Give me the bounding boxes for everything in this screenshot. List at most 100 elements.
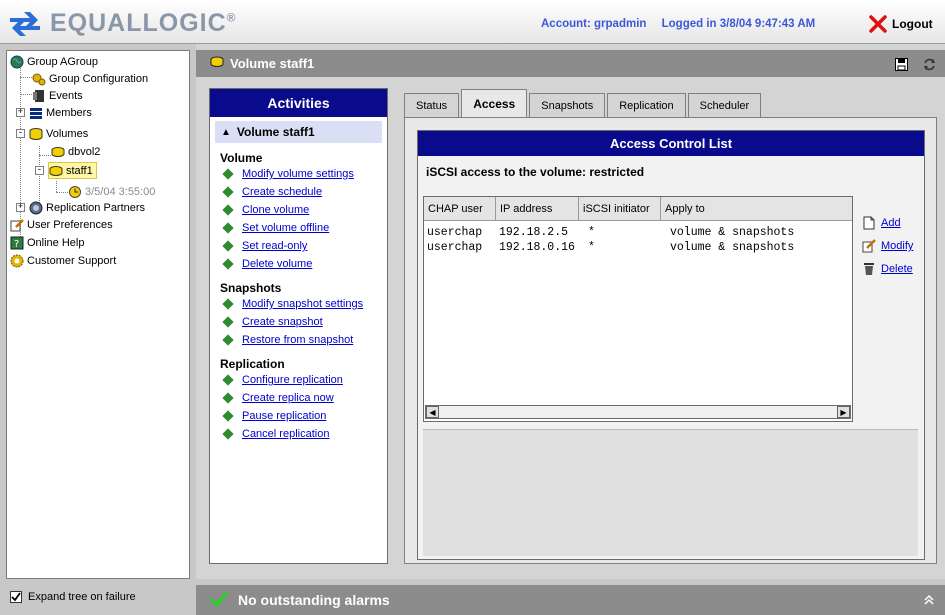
tree-item-online-help[interactable]: ? Online Help [10, 234, 84, 251]
table-row[interactable]: userchap 192.18.0.16 * volume & snapshot… [424, 241, 852, 255]
brand-name: EQUALLOGIC® [50, 8, 237, 37]
delete-link[interactable]: Delete [881, 263, 913, 275]
link-modify-snapshot-settings[interactable]: Modify snapshot settings [242, 298, 363, 310]
expand-tree-checkbox[interactable] [10, 591, 22, 603]
cell-chap-user: userchap [427, 226, 483, 239]
tree-item-members[interactable]: Members [29, 104, 92, 121]
tree-item-snapshot[interactable]: 3/5/04 3:55:00 [68, 183, 155, 200]
tab-scheduler[interactable]: Scheduler [687, 93, 762, 117]
link-pause-replication[interactable]: Pause replication [242, 410, 326, 422]
column-header-ip-address[interactable]: IP address [496, 197, 579, 221]
tree-item-label: Online Help [27, 236, 85, 249]
column-header-iscsi-initiator[interactable]: iSCSI initiator [579, 197, 661, 221]
help-book-icon: ? [10, 236, 24, 250]
acl-actions: Add Modify Delete [862, 216, 913, 285]
tree-line [56, 192, 68, 193]
activity-link-item[interactable]: Create snapshot [222, 313, 387, 331]
collapse-toggle[interactable]: - [35, 166, 44, 175]
tree-item-label: Events [49, 89, 83, 102]
tab-bar: Status Access Snapshots Replication Sche… [404, 89, 763, 117]
section-heading-replication: Replication [220, 357, 285, 371]
activity-link-item[interactable]: Configure replication [222, 371, 387, 389]
activity-link-item[interactable]: Delete volume [222, 255, 387, 273]
acl-table[interactable]: CHAP user IP address iSCSI initiator App… [423, 196, 853, 422]
scroll-left-arrow-icon[interactable]: ◀ [426, 406, 439, 418]
tab-snapshots[interactable]: Snapshots [529, 93, 606, 117]
link-modify-volume-settings[interactable]: Modify volume settings [242, 168, 354, 180]
collapse-triangle-icon[interactable]: ▲ [221, 127, 231, 138]
tree-item-customer-support[interactable]: Customer Support [10, 252, 116, 269]
activity-link-item[interactable]: Modify snapshot settings [222, 295, 387, 313]
link-restore-from-snapshot[interactable]: Restore from snapshot [242, 334, 353, 346]
tree-item-label: dbvol2 [68, 145, 101, 158]
expand-alarms-icon[interactable] [921, 592, 937, 608]
activity-link-item[interactable]: Pause replication [222, 407, 387, 425]
link-create-replica-now[interactable]: Create replica now [242, 392, 334, 404]
tree-item-label: Members [46, 106, 92, 119]
globe-icon [10, 55, 24, 69]
logout-button[interactable]: Logout [869, 15, 933, 33]
tree-item-events[interactable]: Events [32, 87, 83, 104]
activity-link-item[interactable]: Set read-only [222, 237, 387, 255]
link-configure-replication[interactable]: Configure replication [242, 374, 343, 386]
add-button[interactable]: Add [862, 216, 913, 230]
activity-link-item[interactable]: Modify volume settings [222, 165, 387, 183]
link-create-schedule[interactable]: Create schedule [242, 186, 322, 198]
tree-item-volumes[interactable]: Volumes [29, 125, 88, 142]
navigation-tree[interactable]: Group AGroup Group Configuration Events … [6, 50, 190, 579]
activity-link-item[interactable]: Create replica now [222, 389, 387, 407]
table-row[interactable]: userchap 192.18.2.5 * volume & snapshots [424, 226, 852, 240]
refresh-icon[interactable] [921, 56, 937, 72]
tree-item-volume-staff1-selected[interactable]: staff1 [48, 162, 97, 179]
tree-item-group[interactable]: Group AGroup [10, 53, 98, 70]
trash-icon [862, 262, 876, 276]
activity-link-item[interactable]: Create schedule [222, 183, 387, 201]
expand-toggle[interactable]: + [16, 203, 25, 212]
table-header: CHAP user IP address iSCSI initiator App… [424, 197, 852, 221]
link-set-read-only[interactable]: Set read-only [242, 240, 307, 252]
tree-item-user-preferences[interactable]: User Preferences [10, 216, 113, 233]
tree-item-replication-partners[interactable]: Replication Partners [29, 199, 145, 216]
column-header-chap-user[interactable]: CHAP user [424, 197, 496, 221]
expand-tree-label: Expand tree on failure [28, 591, 136, 603]
bullet-diamond-icon [222, 410, 234, 422]
activity-link-item[interactable]: Set volume offline [222, 219, 387, 237]
cell-apply-to: volume & snapshots [670, 241, 795, 254]
tab-status[interactable]: Status [404, 93, 460, 117]
tab-access[interactable]: Access [461, 89, 528, 117]
link-cancel-replication[interactable]: Cancel replication [242, 428, 329, 440]
bullet-diamond-icon [222, 168, 234, 180]
scroll-right-arrow-icon[interactable]: ▶ [837, 406, 850, 418]
tree-line [39, 155, 51, 156]
activity-link-item[interactable]: Clone volume [222, 201, 387, 219]
link-clone-volume[interactable]: Clone volume [242, 204, 309, 216]
expand-tree-option[interactable]: Expand tree on failure [6, 584, 190, 610]
bullet-diamond-icon [222, 392, 234, 404]
tree-item-label: Group AGroup [27, 55, 98, 68]
save-icon[interactable] [893, 56, 909, 72]
tree-item-volume-dbvol2[interactable]: dbvol2 [51, 143, 100, 160]
modify-button[interactable]: Modify [862, 239, 913, 253]
modify-link[interactable]: Modify [881, 240, 913, 252]
link-delete-volume[interactable]: Delete volume [242, 258, 312, 270]
tab-replication[interactable]: Replication [607, 93, 686, 117]
add-link[interactable]: Add [881, 217, 901, 229]
column-header-apply-to[interactable]: Apply to [661, 197, 852, 221]
activity-link-item[interactable]: Cancel replication [222, 425, 387, 443]
expand-toggle[interactable]: + [16, 108, 25, 117]
cell-ip-address: 192.18.0.16 [499, 241, 575, 254]
gears-icon [32, 72, 46, 86]
bullet-diamond-icon [222, 186, 234, 198]
collapse-toggle[interactable]: - [16, 129, 25, 138]
volume-icon [51, 145, 65, 159]
horizontal-scrollbar[interactable]: ◀ ▶ [425, 405, 851, 419]
link-create-snapshot[interactable]: Create snapshot [242, 316, 323, 328]
page-header: Volume staff1 [196, 50, 945, 77]
support-gear-icon [10, 254, 24, 268]
members-icon [29, 106, 43, 120]
tree-item-group-configuration[interactable]: Group Configuration [32, 70, 148, 87]
delete-button[interactable]: Delete [862, 262, 913, 276]
link-set-volume-offline[interactable]: Set volume offline [242, 222, 329, 234]
bullet-diamond-icon [222, 204, 234, 216]
activity-link-item[interactable]: Restore from snapshot [222, 331, 387, 349]
